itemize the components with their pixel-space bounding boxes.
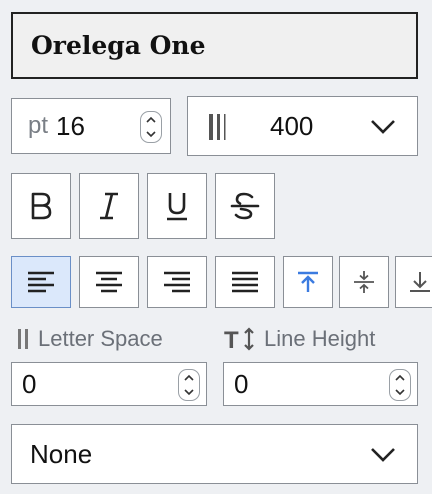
letter-space-label: Letter Space bbox=[16, 326, 163, 352]
letter-space-input[interactable]: 0 bbox=[11, 362, 207, 406]
align-right-button[interactable] bbox=[147, 256, 207, 308]
vertical-align-middle-button[interactable] bbox=[339, 256, 389, 308]
letter-space-stepper[interactable] bbox=[178, 369, 200, 401]
align-bottom-icon bbox=[410, 272, 430, 292]
vertical-align-top-button[interactable] bbox=[283, 256, 333, 308]
align-right-icon bbox=[164, 271, 190, 293]
underline-button[interactable] bbox=[147, 173, 207, 239]
chevron-down-icon[interactable] bbox=[184, 389, 194, 396]
chevron-down-icon[interactable] bbox=[395, 389, 405, 396]
text-transform-select[interactable]: None bbox=[11, 424, 418, 484]
line-height-icon: T bbox=[224, 327, 254, 352]
chevron-up-icon[interactable] bbox=[184, 374, 194, 381]
letter-space-value: 0 bbox=[22, 368, 37, 399]
font-size-unit: pt bbox=[28, 112, 49, 139]
font-family-field[interactable]: Orelega One bbox=[11, 12, 418, 79]
letter-space-label-text: Letter Space bbox=[38, 326, 163, 351]
line-height-value: 0 bbox=[234, 368, 249, 399]
svg-text:T: T bbox=[224, 327, 239, 352]
font-family-value: Orelega One bbox=[31, 31, 206, 60]
underline-icon bbox=[167, 193, 187, 221]
align-justify-icon bbox=[232, 271, 258, 293]
align-justify-button[interactable] bbox=[215, 256, 275, 308]
strikethrough-button[interactable] bbox=[215, 173, 275, 239]
line-height-label-text: Line Height bbox=[264, 326, 376, 351]
font-weight-icon bbox=[209, 114, 226, 140]
chevron-up-icon[interactable] bbox=[146, 116, 156, 123]
font-weight-value: 400 bbox=[270, 111, 314, 141]
italic-button[interactable] bbox=[79, 173, 139, 239]
chevron-down-icon bbox=[371, 120, 395, 134]
align-center-button[interactable] bbox=[79, 256, 139, 308]
line-height-stepper[interactable] bbox=[389, 369, 411, 401]
font-size-field[interactable]: pt 16 bbox=[11, 98, 171, 154]
font-size-stepper[interactable] bbox=[140, 111, 162, 143]
vertical-align-bottom-button[interactable] bbox=[395, 256, 432, 308]
chevron-down-icon bbox=[371, 448, 395, 462]
strikethrough-icon bbox=[230, 192, 260, 220]
font-weight-select[interactable]: 400 bbox=[187, 96, 418, 156]
line-height-input[interactable]: 0 bbox=[223, 362, 418, 406]
chevron-down-icon[interactable] bbox=[146, 131, 156, 138]
chevron-up-icon[interactable] bbox=[395, 374, 405, 381]
font-size-value: 16 bbox=[56, 110, 85, 141]
text-transform-value: None bbox=[30, 438, 93, 469]
bold-button[interactable] bbox=[11, 173, 71, 239]
align-center-icon bbox=[96, 271, 122, 293]
align-left-button[interactable] bbox=[11, 256, 71, 308]
letter-spacing-icon bbox=[18, 329, 28, 349]
align-left-icon bbox=[28, 271, 54, 293]
align-top-icon bbox=[298, 271, 318, 292]
italic-icon bbox=[100, 192, 118, 220]
line-height-label: T Line Height bbox=[224, 326, 375, 352]
align-middle-icon bbox=[354, 271, 374, 293]
bold-icon bbox=[31, 192, 52, 220]
